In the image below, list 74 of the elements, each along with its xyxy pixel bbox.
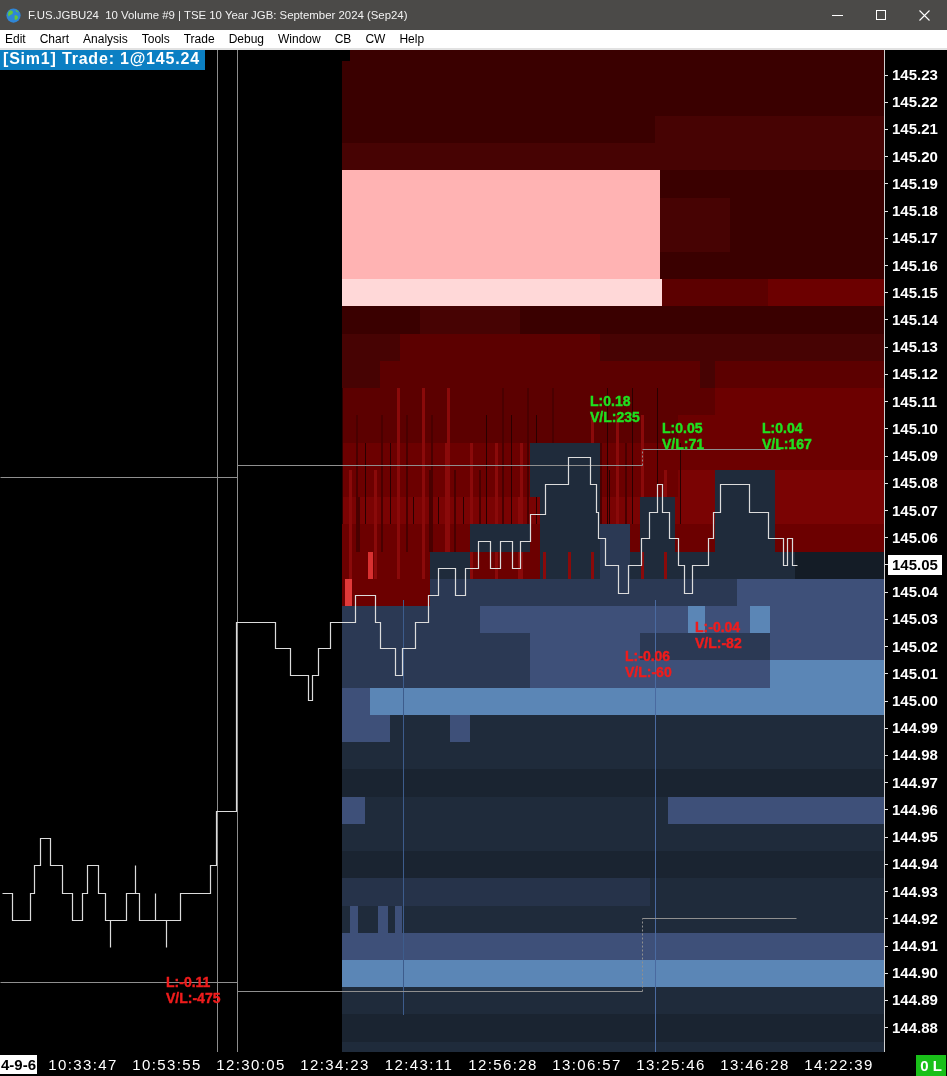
- menu-item[interactable]: Debug: [221, 31, 271, 47]
- price-label: 144.97: [891, 772, 939, 793]
- trade-badge: [Sim1] Trade: 1@145.24: [0, 50, 205, 70]
- menu-item[interactable]: Edit: [0, 31, 33, 47]
- price-label: 144.94: [891, 854, 939, 875]
- annotation-label: V/L:-60: [625, 664, 672, 680]
- globe-icon: [6, 7, 21, 23]
- price-label: 144.88: [891, 1017, 939, 1038]
- annotation-label: L:-0.06: [625, 648, 671, 664]
- annotation-label: L:0.18: [590, 393, 631, 409]
- menu-item[interactable]: CW: [358, 31, 393, 47]
- menu-item[interactable]: Help: [392, 31, 432, 47]
- annotation-label: V/L:235: [590, 409, 640, 425]
- price-label: 145.15: [891, 282, 939, 303]
- price-label: 145.00: [891, 691, 939, 712]
- menu-item[interactable]: Window: [271, 31, 328, 47]
- minimize-icon: [832, 14, 843, 16]
- price-label: 144.89: [891, 990, 939, 1011]
- price-label: 145.04: [891, 582, 939, 603]
- menu-item[interactable]: Trade: [176, 31, 222, 47]
- position-badge: 0 L: [916, 1055, 946, 1076]
- price-label: 145.06: [891, 527, 939, 548]
- price-label: 145.13: [891, 337, 939, 358]
- menu-item[interactable]: CB: [327, 31, 359, 47]
- price-label: 145.14: [891, 309, 939, 330]
- price-label: 145.17: [891, 228, 939, 249]
- time-label: 12:43:11: [384, 1055, 455, 1073]
- time-label: 12:56:28: [468, 1055, 539, 1073]
- price-label: 145.12: [891, 364, 939, 385]
- price-label: 145.09: [891, 446, 939, 467]
- annotation-label: L:0.04: [762, 420, 803, 436]
- price-label: 145.20: [891, 146, 939, 167]
- price-label: 145.02: [891, 636, 939, 657]
- price-label: 145.10: [891, 418, 939, 439]
- annotation-label: L:0.05: [662, 420, 703, 436]
- price-label: 144.91: [891, 936, 939, 956]
- time-label: 12:34:23: [300, 1055, 371, 1073]
- price-label: 145.23: [891, 65, 939, 85]
- menu-item[interactable]: Chart: [32, 31, 77, 47]
- price-label: 145.08: [891, 473, 939, 494]
- window-title: F.US.JGBU24 10 Volume #9 | TSE 10 Year JGB: September 2024 (Sep24): [28, 9, 408, 21]
- price-label: 145.19: [891, 173, 939, 194]
- annotation-label: V/L:167: [762, 436, 812, 452]
- price-label: 144.99: [891, 718, 939, 739]
- price-label: 144.98: [891, 745, 939, 766]
- price-label: 144.93: [891, 881, 939, 902]
- time-label: 10:33:47: [48, 1055, 119, 1073]
- price-label: 145.22: [891, 92, 939, 113]
- price-label: 145.16: [891, 255, 939, 276]
- annotation-label: V/L:71: [662, 436, 704, 452]
- menu-item[interactable]: Tools: [134, 31, 177, 47]
- time-label: 13:06:57: [552, 1055, 623, 1073]
- date-label: 4-9-6: [0, 1054, 38, 1074]
- time-label: 13:46:28: [720, 1055, 791, 1073]
- annotation-label: V/L:-82: [695, 635, 742, 651]
- price-label: 144.96: [891, 799, 939, 820]
- close-icon: [919, 9, 930, 21]
- current-price-label: 145.05: [888, 554, 942, 575]
- menu-item[interactable]: Analysis: [76, 31, 135, 47]
- price-label: 145.07: [891, 500, 939, 521]
- time-label: 12:30:05: [216, 1055, 287, 1073]
- price-label: 145.11: [891, 391, 939, 412]
- price-label: 145.03: [891, 609, 939, 630]
- price-label: 144.92: [891, 908, 939, 929]
- price-label: 145.18: [891, 201, 939, 222]
- annotation-label: L:-0.04: [695, 619, 741, 635]
- price-label: 144.90: [891, 963, 939, 984]
- time-label: 13:25:46: [636, 1055, 707, 1073]
- price-label: 144.95: [891, 827, 939, 848]
- price-label: 145.21: [891, 119, 939, 140]
- time-label: 10:53:55: [132, 1055, 203, 1073]
- time-label: 14:22:39: [804, 1055, 875, 1073]
- maximize-icon: [876, 10, 886, 20]
- price-label: 145.01: [891, 663, 939, 684]
